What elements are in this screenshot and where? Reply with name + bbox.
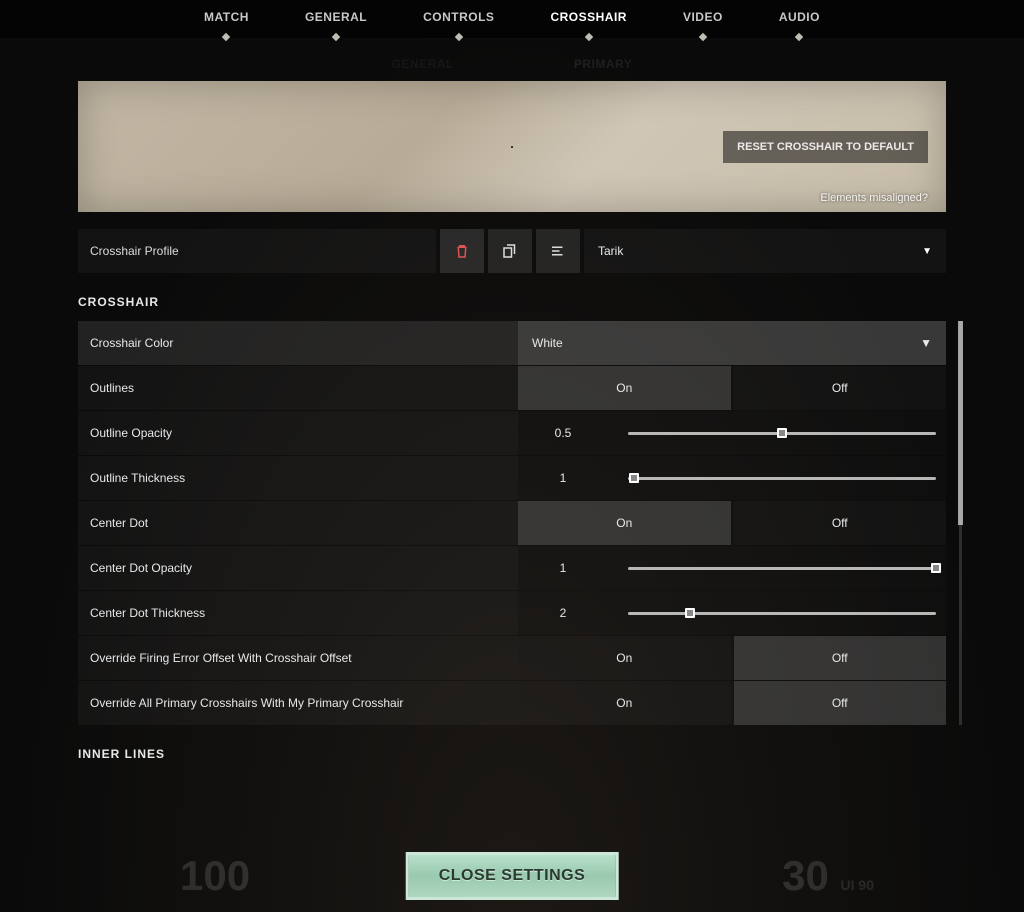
outline-opacity-slider[interactable]: 0.5 bbox=[518, 411, 946, 455]
label-center-dot-opacity: Center Dot Opacity bbox=[78, 546, 518, 590]
delete-profile-button[interactable] bbox=[440, 229, 484, 273]
row-outlines: Outlines On Off bbox=[78, 366, 946, 410]
row-override-firing: Override Firing Error Offset With Crossh… bbox=[78, 636, 946, 680]
outline-thickness-value: 1 bbox=[518, 471, 608, 485]
crosshair-settings-list: Crosshair Color White ▼ Outlines On Off … bbox=[78, 321, 946, 725]
center-dot-on[interactable]: On bbox=[518, 501, 731, 545]
profile-label: Crosshair Profile bbox=[78, 229, 436, 273]
override-firing-on[interactable]: On bbox=[518, 636, 731, 680]
tab-audio[interactable]: AUDIO bbox=[779, 10, 820, 38]
copy-profile-button[interactable] bbox=[488, 229, 532, 273]
profile-dropdown[interactable]: Tarik ▼ bbox=[584, 229, 946, 273]
row-outline-thickness: Outline Thickness 1 bbox=[78, 456, 946, 500]
tab-match[interactable]: MATCH bbox=[204, 10, 249, 38]
misaligned-link[interactable]: Elements misaligned? bbox=[820, 192, 928, 204]
outlines-toggle: On Off bbox=[518, 366, 946, 410]
section-title-inner-lines: INNER LINES bbox=[78, 747, 946, 761]
center-dot-off[interactable]: Off bbox=[734, 501, 947, 545]
outline-opacity-value: 0.5 bbox=[518, 426, 608, 440]
tab-controls[interactable]: CONTROLS bbox=[423, 10, 494, 38]
center-dot-thickness-value: 2 bbox=[518, 606, 608, 620]
label-center-dot: Center Dot bbox=[78, 501, 518, 545]
center-dot-opacity-value: 1 bbox=[518, 561, 608, 575]
outlines-off[interactable]: Off bbox=[734, 366, 947, 410]
override-firing-off[interactable]: Off bbox=[734, 636, 947, 680]
tab-video[interactable]: VIDEO bbox=[683, 10, 723, 38]
copy-icon bbox=[501, 242, 519, 260]
chevron-down-icon: ▼ bbox=[920, 336, 932, 350]
row-crosshair-color: Crosshair Color White ▼ bbox=[78, 321, 946, 365]
label-crosshair-color: Crosshair Color bbox=[78, 321, 518, 365]
label-center-dot-thickness: Center Dot Thickness bbox=[78, 591, 518, 635]
main-tabs: MATCH GENERAL CONTROLS CROSSHAIR VIDEO A… bbox=[0, 0, 1024, 38]
center-dot-toggle: On Off bbox=[518, 501, 946, 545]
label-override-firing: Override Firing Error Offset With Crossh… bbox=[78, 636, 518, 680]
list-icon bbox=[549, 242, 567, 260]
profile-row: Crosshair Profile Tarik ▼ bbox=[78, 229, 946, 273]
row-center-dot-thickness: Center Dot Thickness 2 bbox=[78, 591, 946, 635]
profile-selected-value: Tarik bbox=[598, 244, 623, 258]
label-override-primary: Override All Primary Crosshairs With My … bbox=[78, 681, 518, 725]
outline-thickness-slider[interactable]: 1 bbox=[518, 456, 946, 500]
crosshair-preview: RESET CROSSHAIR TO DEFAULT Elements misa… bbox=[78, 81, 946, 212]
row-center-dot: Center Dot On Off bbox=[78, 501, 946, 545]
override-firing-toggle: On Off bbox=[518, 636, 946, 680]
outlines-on[interactable]: On bbox=[518, 366, 731, 410]
override-primary-toggle: On Off bbox=[518, 681, 946, 725]
chevron-down-icon: ▼ bbox=[922, 246, 932, 257]
label-outline-thickness: Outline Thickness bbox=[78, 456, 518, 500]
scrollbar-thumb[interactable] bbox=[958, 321, 963, 525]
center-dot-thickness-slider[interactable]: 2 bbox=[518, 591, 946, 635]
trash-icon bbox=[453, 242, 471, 260]
section-title-crosshair: CROSSHAIR bbox=[78, 295, 946, 309]
hud-health: 100 bbox=[180, 852, 250, 900]
hud-ammo: 30 UI 90 bbox=[782, 852, 874, 900]
tab-general[interactable]: GENERAL bbox=[305, 10, 367, 38]
crosshair-color-value: White bbox=[532, 336, 563, 350]
row-center-dot-opacity: Center Dot Opacity 1 bbox=[78, 546, 946, 590]
reset-crosshair-button[interactable]: RESET CROSSHAIR TO DEFAULT bbox=[723, 131, 928, 163]
override-primary-off[interactable]: Off bbox=[734, 681, 947, 725]
close-settings-button[interactable]: CLOSE SETTINGS bbox=[406, 852, 619, 900]
crosshair-dot-icon bbox=[511, 146, 513, 148]
settings-panel: RESET CROSSHAIR TO DEFAULT Elements misa… bbox=[78, 81, 946, 761]
import-profile-button[interactable] bbox=[536, 229, 580, 273]
label-outline-opacity: Outline Opacity bbox=[78, 411, 518, 455]
row-outline-opacity: Outline Opacity 0.5 bbox=[78, 411, 946, 455]
center-dot-opacity-slider[interactable]: 1 bbox=[518, 546, 946, 590]
row-override-primary: Override All Primary Crosshairs With My … bbox=[78, 681, 946, 725]
override-primary-on[interactable]: On bbox=[518, 681, 731, 725]
tab-crosshair[interactable]: CROSSHAIR bbox=[550, 10, 627, 38]
label-outlines: Outlines bbox=[78, 366, 518, 410]
crosshair-color-dropdown[interactable]: White ▼ bbox=[518, 321, 946, 365]
